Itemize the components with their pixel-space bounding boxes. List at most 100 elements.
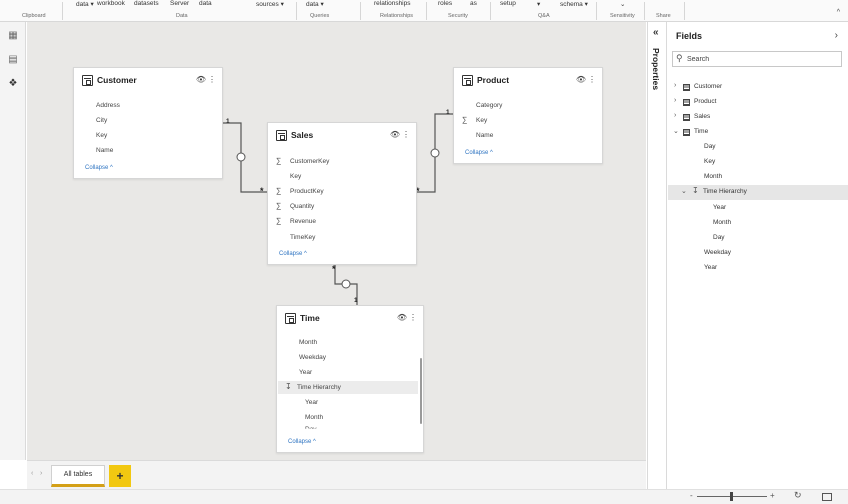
filter-direction-icon	[236, 152, 246, 162]
ribbon-divider	[596, 2, 597, 20]
properties-label[interactable]: Properties	[651, 48, 661, 90]
tree-item-field[interactable]: Day	[668, 140, 848, 155]
group-label-relationships: Relationships	[380, 13, 414, 19]
chevron-down-icon[interactable]: ⌄	[681, 187, 687, 195]
field-item[interactable]: Name	[96, 147, 113, 154]
field-item[interactable]: ProductKey	[290, 188, 324, 195]
field-item[interactable]: Day	[305, 426, 317, 429]
field-item[interactable]: Key	[476, 117, 487, 124]
manage-relationships-button[interactable]: relationships	[374, 0, 411, 7]
collapse-ribbon-icon[interactable]: ^	[837, 9, 840, 16]
tree-item-field[interactable]: Day	[668, 231, 848, 246]
tree-item-field[interactable]: Weekday	[668, 246, 848, 261]
tree-item-product[interactable]: › Product	[668, 95, 848, 110]
sensitivity-dropdown[interactable]: ⌄	[620, 0, 625, 8]
field-item[interactable]: Weekday	[299, 354, 326, 361]
chevron-right-icon[interactable]: ›	[40, 470, 42, 477]
report-view-icon[interactable]: ▦	[7, 30, 19, 42]
field-item[interactable]: CustomerKey	[290, 158, 329, 165]
collapse-link[interactable]: Collapse ^	[85, 165, 113, 171]
field-item[interactable]: Year	[305, 399, 318, 406]
tree-item-label: Weekday	[704, 249, 731, 256]
search-box[interactable]: ⚲	[672, 51, 842, 67]
group-label-queries: Queries	[310, 13, 330, 19]
tree-item-time[interactable]: ⌄ Time	[668, 125, 848, 140]
field-item[interactable]: Category	[476, 102, 502, 109]
eye-icon[interactable]: 👁	[576, 75, 586, 84]
model-canvas[interactable]: 1 * 1 * * 1 Customer 👁 ⋮ Address City Ke…	[27, 22, 646, 460]
fit-to-page-icon[interactable]: ↻	[794, 490, 802, 501]
manage-roles-button[interactable]: roles	[438, 0, 452, 7]
tree-item-field[interactable]: Year	[668, 261, 848, 276]
ribbon-divider	[490, 2, 491, 20]
field-item[interactable]: Revenue	[290, 218, 316, 225]
tree-item-time-hierarchy[interactable]: ⌄ ↧ Time Hierarchy	[668, 185, 848, 200]
qa-setup-button[interactable]: setup	[500, 0, 516, 7]
more-options-icon[interactable]: ⋮	[402, 130, 410, 139]
product-table-card[interactable]: Product 👁 ⋮ Category ∑ Key Name Collapse…	[453, 67, 603, 164]
filter-direction-icon	[430, 148, 440, 158]
customer-table-card[interactable]: Customer 👁 ⋮ Address City Key Name Colla…	[73, 67, 223, 179]
collapse-link[interactable]: Collapse ^	[279, 251, 307, 257]
field-item[interactable]: Month	[305, 414, 323, 421]
field-item[interactable]: City	[96, 117, 107, 124]
chevron-left-icon[interactable]: ‹	[31, 470, 33, 477]
group-label-share: Share	[656, 13, 671, 19]
ribbon-divider	[62, 2, 63, 20]
data-view-icon[interactable]: ▤	[7, 54, 19, 66]
linguistic-schema-button[interactable]: schema ▾	[560, 0, 588, 8]
eye-icon[interactable]: 👁	[390, 130, 400, 139]
recent-sources-button[interactable]: sources ▾	[256, 0, 284, 8]
zoom-slider-thumb[interactable]	[730, 492, 733, 501]
model-view-icon[interactable]: ❖	[7, 78, 19, 90]
field-item[interactable]: TimeKey	[290, 234, 315, 241]
more-options-icon[interactable]: ⋮	[409, 313, 417, 322]
field-item[interactable]: Time Hierarchy	[297, 384, 341, 391]
search-input[interactable]	[687, 54, 837, 65]
add-layout-button[interactable]: +	[109, 465, 131, 487]
eye-icon[interactable]: 👁	[397, 313, 407, 322]
chevron-down-icon[interactable]: ⌄	[673, 127, 679, 135]
chevron-right-icon[interactable]: ›	[674, 112, 676, 119]
collapse-link[interactable]: Collapse ^	[465, 150, 493, 156]
collapse-link[interactable]: Collapse ^	[288, 439, 316, 445]
field-item[interactable]: Key	[290, 173, 301, 180]
chevron-right-icon[interactable]: ›	[674, 82, 676, 89]
tab-all-tables[interactable]: All tables	[51, 465, 105, 487]
excel-workbook-button[interactable]: workbook	[97, 0, 125, 7]
tree-item-label: Day	[713, 234, 725, 241]
enter-data-button[interactable]: data	[199, 0, 212, 7]
tree-item-customer[interactable]: › Customer	[668, 80, 848, 95]
tree-item-field[interactable]: Key	[668, 155, 848, 170]
more-options-icon[interactable]: ⋮	[588, 75, 596, 84]
view-as-button[interactable]: as	[470, 0, 477, 7]
collapse-fields-icon[interactable]: ›	[835, 30, 838, 41]
field-item[interactable]: Month	[299, 339, 317, 346]
field-item[interactable]: Year	[299, 369, 312, 376]
expand-properties-icon[interactable]: «	[653, 27, 659, 38]
tree-item-label: Time	[694, 128, 709, 135]
field-item[interactable]: Key	[96, 132, 107, 139]
field-item[interactable]: Quantity	[290, 203, 314, 210]
chevron-right-icon[interactable]: ›	[674, 97, 676, 104]
time-table-card[interactable]: Time 👁 ⋮ Month Weekday Year ↧ Time Hiera…	[276, 305, 424, 453]
datasets-button[interactable]: datasets	[134, 0, 159, 7]
tree-item-sales[interactable]: › Sales	[668, 110, 848, 125]
field-item[interactable]: Address	[96, 102, 120, 109]
zoom-in-icon[interactable]: +	[770, 491, 775, 500]
tree-item-field[interactable]: Month	[668, 170, 848, 185]
more-options-icon[interactable]: ⋮	[208, 75, 216, 84]
tree-item-field[interactable]: Year	[668, 201, 848, 216]
card-title: Customer	[97, 75, 137, 85]
eye-icon[interactable]: 👁	[196, 75, 206, 84]
fullscreen-icon[interactable]	[822, 493, 832, 501]
get-data-button[interactable]: data ▾	[76, 0, 94, 8]
refresh-data-button[interactable]: data ▾	[306, 0, 324, 8]
sql-server-button[interactable]: Server	[170, 0, 189, 7]
scrollbar[interactable]	[420, 358, 422, 424]
language-dropdown[interactable]: ▾	[537, 0, 540, 8]
field-item[interactable]: Name	[476, 132, 493, 139]
zoom-out-icon[interactable]: -	[690, 491, 693, 500]
tree-item-field[interactable]: Month	[668, 216, 848, 231]
sales-table-card[interactable]: Sales 👁 ⋮ ∑ CustomerKey Key ∑ ProductKey…	[267, 122, 417, 265]
